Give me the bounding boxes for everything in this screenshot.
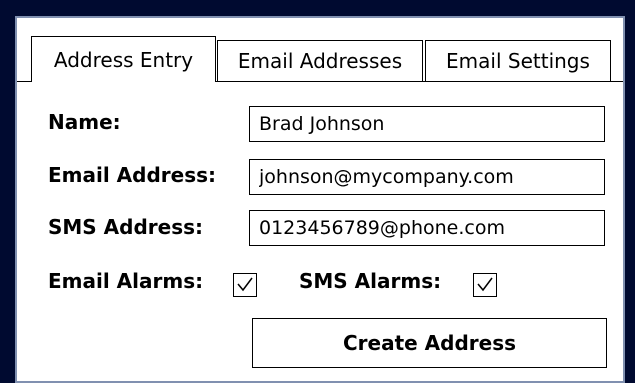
tab-address-entry[interactable]: Address Entry (31, 36, 216, 82)
create-address-button-label: Create Address (342, 331, 517, 355)
name-input[interactable] (249, 106, 605, 142)
create-address-button[interactable]: Create Address (252, 318, 607, 368)
tab-email-addresses[interactable]: Email Addresses (217, 40, 423, 82)
email-address-label: Email Address: (48, 163, 217, 187)
address-entry-panel: Address Entry Email Addresses Email Sett… (15, 16, 625, 383)
sms-address-label: SMS Address: (48, 215, 204, 239)
tab-email-addresses-label: Email Addresses (237, 49, 403, 73)
sms-alarms-label: SMS Alarms: (299, 269, 442, 293)
email-alarms-label: Email Alarms: (48, 269, 204, 293)
checkmark-icon (237, 277, 253, 292)
sms-address-input[interactable] (249, 210, 605, 246)
tab-address-entry-label: Address Entry (53, 47, 194, 72)
email-alarms-checkbox[interactable] (233, 273, 257, 297)
tab-email-settings[interactable]: Email Settings (425, 40, 611, 82)
sms-alarms-checkbox[interactable] (473, 273, 497, 297)
name-label: Name: (48, 110, 121, 134)
tab-email-settings-label: Email Settings (446, 49, 590, 73)
checkmark-icon (477, 277, 493, 292)
email-address-input[interactable] (249, 159, 605, 195)
